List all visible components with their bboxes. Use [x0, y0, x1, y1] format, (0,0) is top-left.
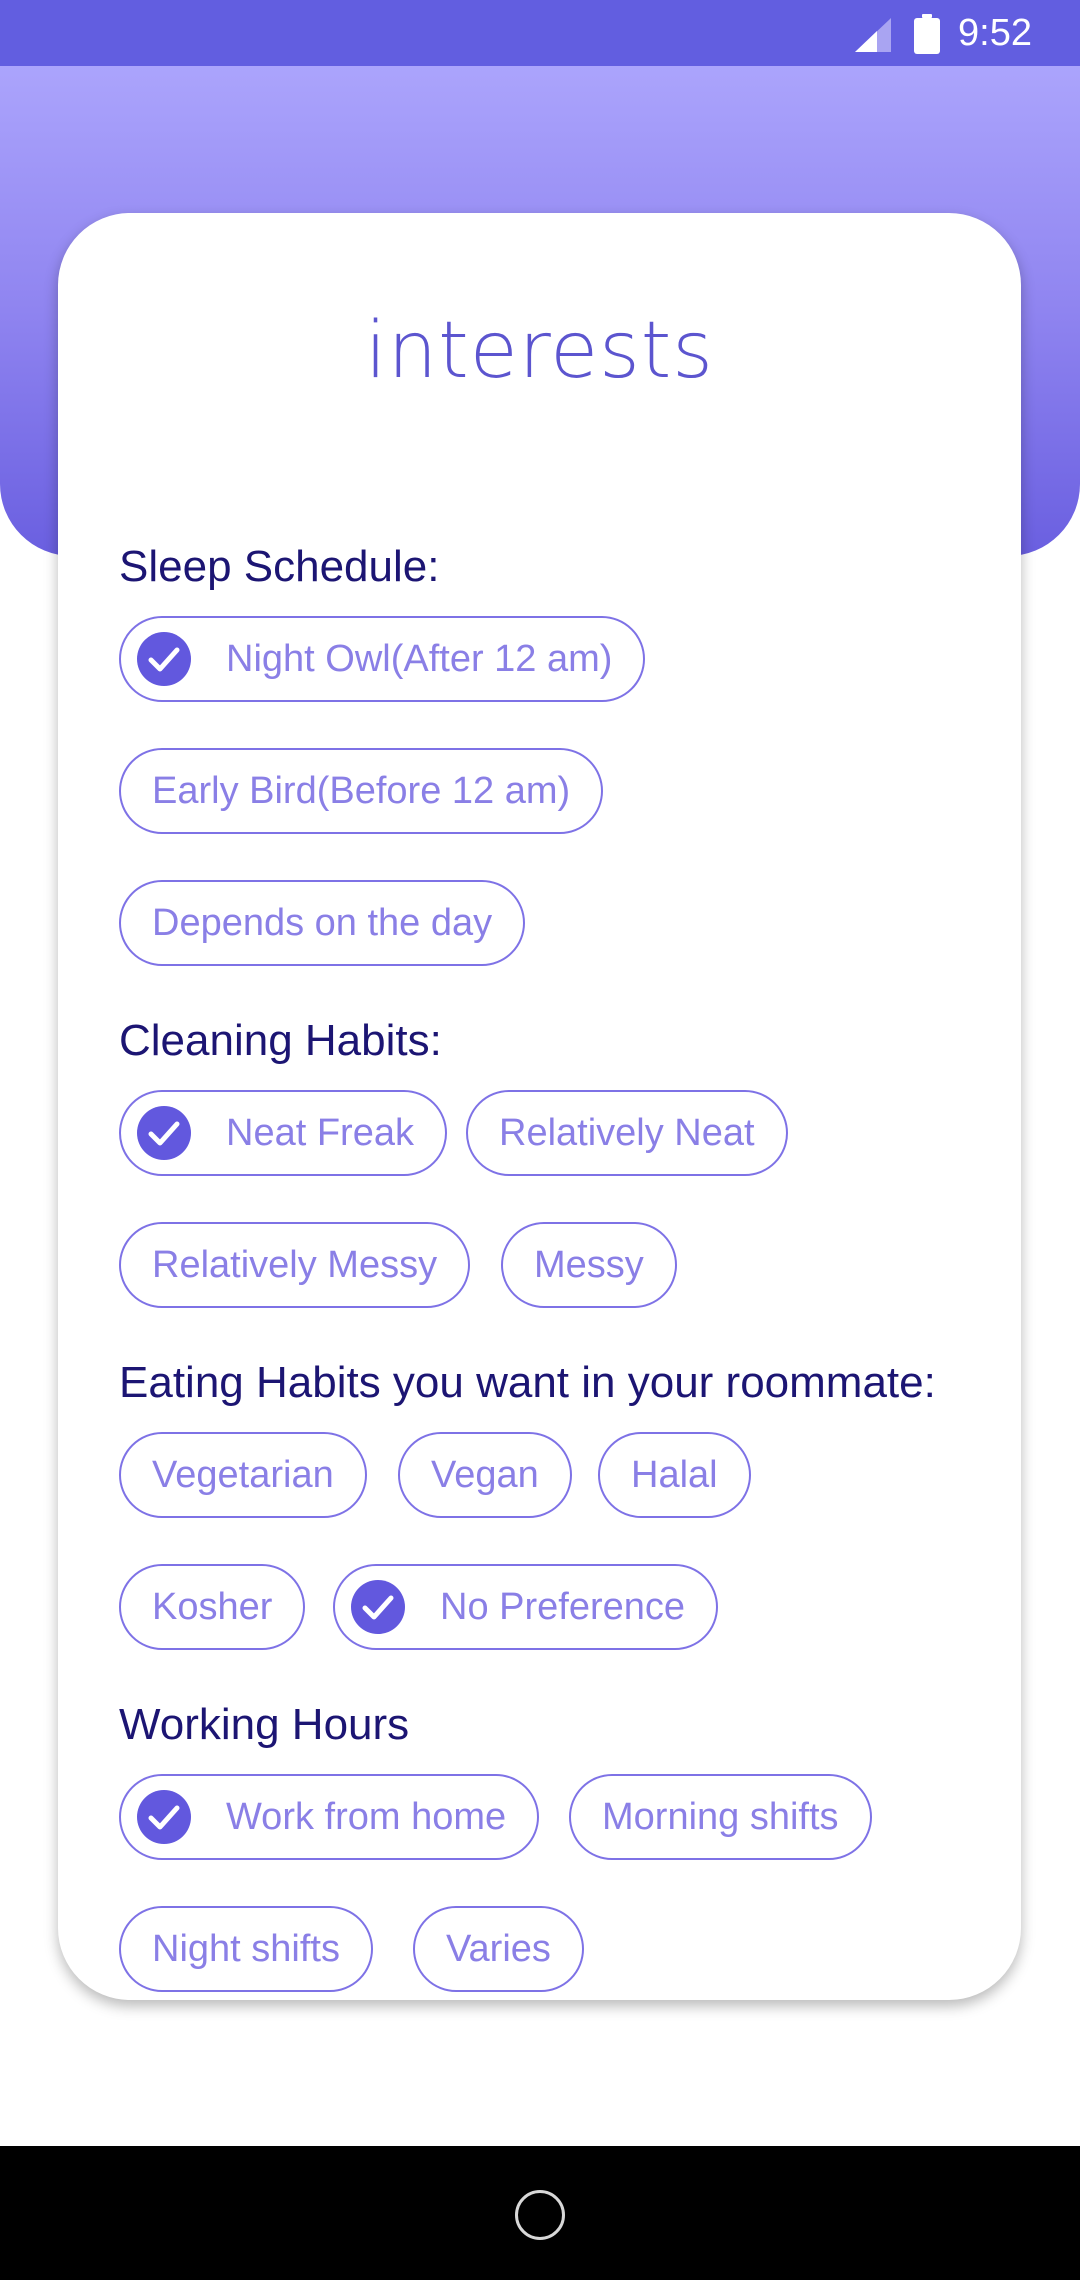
chip-label: Kosher — [152, 1585, 273, 1628]
chip-label: Halal — [631, 1453, 718, 1496]
chip-neat-freak[interactable]: Neat Freak — [119, 1090, 447, 1176]
check-circle-icon — [351, 1580, 405, 1634]
chip-varies[interactable]: Varies — [413, 1906, 584, 1992]
check-circle-icon — [137, 632, 191, 686]
chip-label: Depends on the day — [152, 901, 493, 944]
chip-relatively-neat[interactable]: Relatively Neat — [466, 1090, 788, 1176]
home-button-icon[interactable] — [515, 2190, 565, 2240]
chip-label: Morning shifts — [602, 1795, 839, 1838]
chip-vegetarian[interactable]: Vegetarian — [119, 1432, 367, 1518]
chip-label: Neat Freak — [226, 1111, 414, 1154]
sleep-schedule-heading: Sleep Schedule: — [119, 542, 440, 591]
chip-night-shifts[interactable]: Night shifts — [119, 1906, 373, 1992]
chip-label: Early Bird(Before 12 am) — [152, 769, 571, 812]
chip-morning-shifts[interactable]: Morning shifts — [569, 1774, 872, 1860]
chip-night-owl[interactable]: Night Owl(After 12 am) — [119, 616, 646, 702]
chip-relatively-messy[interactable]: Relatively Messy — [119, 1222, 471, 1308]
check-circle-icon — [137, 1790, 191, 1844]
status-time: 9:52 — [958, 12, 1032, 54]
chip-label: Relatively Neat — [499, 1111, 755, 1154]
chip-depends-on-day[interactable]: Depends on the day — [119, 880, 526, 966]
chip-label: Work from home — [226, 1795, 507, 1838]
chip-label: Vegetarian — [152, 1453, 334, 1496]
chip-kosher[interactable]: Kosher — [119, 1564, 306, 1650]
status-bar: 9:52 — [0, 0, 1080, 66]
page-title: interests — [365, 306, 714, 396]
chip-messy[interactable]: Messy — [501, 1222, 677, 1308]
chip-no-preference[interactable]: No Preference — [333, 1564, 719, 1650]
eating-habits-heading: Eating Habits you want in your roommate: — [119, 1358, 936, 1407]
working-hours-heading: Working Hours — [119, 1700, 410, 1749]
chip-label: Night shifts — [152, 1927, 340, 1970]
signal-icon — [855, 18, 891, 52]
chip-label: No Preference — [440, 1585, 686, 1628]
chip-early-bird[interactable]: Early Bird(Before 12 am) — [119, 748, 604, 834]
chip-halal[interactable]: Halal — [598, 1432, 751, 1518]
interests-card: interests Sleep Schedule: Night Owl(Afte… — [58, 213, 1021, 2000]
chip-label: Relatively Messy — [152, 1243, 438, 1286]
chip-label: Varies — [446, 1927, 551, 1970]
chip-work-from-home[interactable]: Work from home — [119, 1774, 540, 1860]
check-circle-icon — [137, 1106, 191, 1160]
chip-label: Night Owl(After 12 am) — [226, 637, 613, 680]
chip-label: Vegan — [431, 1453, 539, 1496]
chip-vegan[interactable]: Vegan — [398, 1432, 572, 1518]
battery-icon — [914, 14, 940, 54]
chip-label: Messy — [534, 1243, 644, 1286]
cleaning-habits-heading: Cleaning Habits: — [119, 1016, 442, 1065]
navigation-bar — [0, 2146, 1080, 2280]
